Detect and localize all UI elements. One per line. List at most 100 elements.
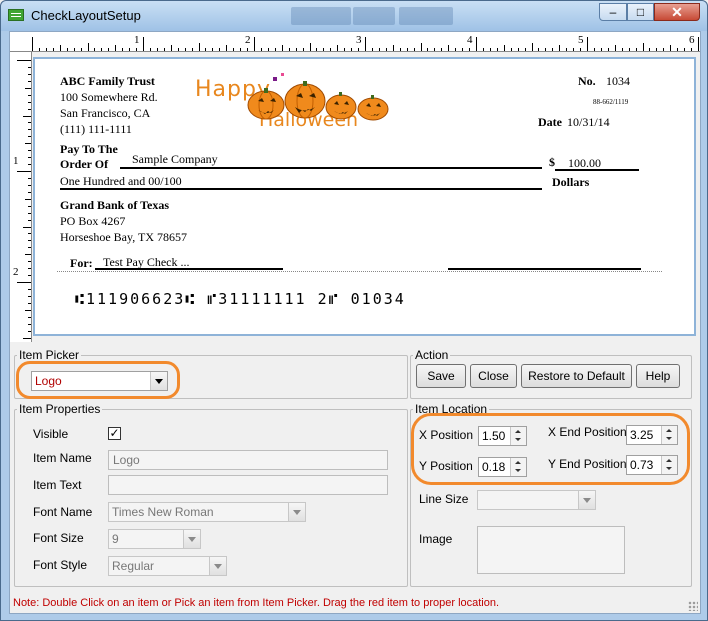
x-position-stepper[interactable]: 1.50 bbox=[478, 426, 527, 446]
payer-name[interactable]: ABC Family Trust bbox=[60, 74, 155, 89]
amount-line bbox=[555, 169, 639, 171]
payer-address[interactable]: 100 Somewhere Rd. bbox=[60, 90, 158, 105]
ruler-tick bbox=[406, 48, 408, 51]
close-window-button[interactable]: ✕ bbox=[654, 3, 700, 21]
ruler-tick bbox=[23, 337, 31, 339]
ruler-tick bbox=[28, 136, 31, 138]
chevron-down-icon[interactable] bbox=[209, 557, 226, 575]
routing-fraction[interactable]: 88-662/1119 bbox=[593, 98, 628, 106]
ruler-tick bbox=[38, 48, 40, 51]
ruler-tick bbox=[156, 48, 158, 51]
ruler-tick bbox=[184, 48, 186, 51]
chevron-down-icon[interactable] bbox=[288, 503, 305, 521]
ruler-tick bbox=[330, 48, 332, 51]
ruler-tick bbox=[552, 48, 554, 51]
ruler-tick bbox=[66, 48, 68, 51]
ruler-tick bbox=[219, 48, 221, 51]
check-number[interactable]: 1034 bbox=[606, 74, 630, 89]
ruler-tick bbox=[614, 45, 616, 51]
bank-address[interactable]: PO Box 4267 bbox=[60, 214, 125, 229]
save-button[interactable]: Save bbox=[416, 364, 466, 388]
memo-label[interactable]: For: bbox=[70, 256, 93, 271]
spinner-arrows-icon[interactable] bbox=[510, 427, 526, 445]
ruler-tick bbox=[198, 43, 200, 51]
close-button[interactable]: Close bbox=[470, 364, 517, 388]
maximize-button[interactable]: □ bbox=[627, 3, 654, 21]
dollar-sign[interactable]: $ bbox=[549, 155, 555, 170]
font-style-value: Regular bbox=[112, 559, 155, 573]
ruler-tick bbox=[25, 309, 31, 311]
app-icon bbox=[8, 9, 24, 21]
amount-in-words[interactable]: One Hundred and 00/100 bbox=[60, 174, 182, 189]
chevron-down-icon[interactable] bbox=[578, 491, 595, 509]
font-style-label: Font Style bbox=[33, 558, 88, 572]
chevron-down-icon[interactable] bbox=[150, 372, 167, 390]
ruler-tick bbox=[316, 48, 318, 51]
memo-line bbox=[95, 268, 283, 270]
ruler-tick bbox=[177, 48, 179, 51]
halloween-logo[interactable]: Happy Halloween bbox=[195, 71, 395, 139]
title-bar[interactable]: CheckLayoutSetup – □ ✕ bbox=[1, 1, 707, 31]
ruler-tick bbox=[129, 48, 131, 51]
ruler-tick bbox=[28, 302, 31, 304]
font-size-select[interactable]: 9 bbox=[108, 529, 201, 549]
bank-city[interactable]: Horseshoe Bay, TX 78657 bbox=[60, 230, 187, 245]
font-style-select[interactable]: Regular bbox=[108, 556, 227, 576]
visible-label: Visible bbox=[33, 427, 69, 441]
client-area: 123456 12 ABC Family Trust 100 Somewhere… bbox=[9, 31, 701, 614]
check-number-label[interactable]: No. bbox=[578, 74, 596, 89]
item-name-field[interactable]: Logo bbox=[108, 450, 388, 470]
dollars-label[interactable]: Dollars bbox=[552, 175, 589, 190]
ruler-tick bbox=[482, 48, 484, 51]
ruler-number: 6 bbox=[689, 34, 695, 46]
micr-line[interactable]: ⑆111906623⑆ ⑈31111111 2⑈ 01034 bbox=[75, 290, 406, 308]
y-position-stepper[interactable]: 0.18 bbox=[478, 457, 527, 477]
item-text-label: Item Text bbox=[33, 478, 82, 492]
ruler-tick bbox=[344, 48, 346, 51]
item-picker-select[interactable]: Logo bbox=[31, 371, 168, 391]
spinner-arrows-icon[interactable] bbox=[661, 456, 677, 474]
visible-checkbox[interactable]: ✓ bbox=[108, 427, 121, 440]
item-name-label: Item Name bbox=[33, 451, 92, 465]
ruler-tick bbox=[233, 48, 235, 51]
ruler-tick bbox=[385, 48, 387, 51]
ruler-tick bbox=[455, 48, 457, 51]
order-of-label[interactable]: Order Of bbox=[60, 157, 108, 172]
help-button[interactable]: Help bbox=[636, 364, 680, 388]
line-size-select[interactable] bbox=[477, 490, 596, 510]
ruler-tick bbox=[476, 37, 477, 51]
resize-grip-icon[interactable] bbox=[688, 601, 698, 611]
payee-name[interactable]: Sample Company bbox=[132, 152, 218, 167]
image-preview-box[interactable] bbox=[477, 526, 625, 574]
payer-city[interactable]: San Francisco, CA bbox=[60, 106, 150, 121]
x-end-position-stepper[interactable]: 3.25 bbox=[626, 425, 678, 445]
payer-phone[interactable]: (111) 111-1111 bbox=[60, 122, 132, 137]
spinner-arrows-icon[interactable] bbox=[510, 458, 526, 476]
chevron-down-icon[interactable] bbox=[183, 530, 200, 548]
ruler-tick bbox=[143, 37, 144, 51]
check-date[interactable]: 10/31/14 bbox=[567, 115, 610, 130]
pay-to-label[interactable]: Pay To The bbox=[60, 142, 118, 157]
bank-name[interactable]: Grand Bank of Texas bbox=[60, 198, 169, 213]
spinner-arrows-icon[interactable] bbox=[661, 426, 677, 444]
ruler-tick bbox=[358, 48, 360, 51]
date-label[interactable]: Date bbox=[538, 115, 562, 130]
ruler-tick bbox=[378, 48, 380, 51]
ruler-number: 1 bbox=[134, 34, 140, 46]
titlebar-background-blur bbox=[399, 7, 453, 25]
ruler-tick bbox=[28, 316, 31, 318]
item-text-field[interactable] bbox=[108, 475, 388, 495]
font-name-select[interactable]: Times New Roman bbox=[108, 502, 306, 522]
ruler-tick bbox=[274, 48, 276, 51]
minimize-button[interactable]: – bbox=[599, 3, 627, 21]
signature-line bbox=[448, 268, 641, 270]
micr-clear-band bbox=[57, 271, 662, 272]
ruler-tick bbox=[642, 43, 644, 51]
ruler-tick bbox=[191, 48, 193, 51]
y-end-position-stepper[interactable]: 0.73 bbox=[626, 455, 678, 475]
restore-default-button[interactable]: Restore to Default bbox=[521, 364, 632, 388]
ruler-tick bbox=[25, 143, 31, 145]
ruler-tick bbox=[573, 48, 575, 51]
ruler-tick bbox=[28, 233, 31, 235]
check-preview[interactable]: ABC Family Trust 100 Somewhere Rd. San F… bbox=[33, 57, 696, 336]
